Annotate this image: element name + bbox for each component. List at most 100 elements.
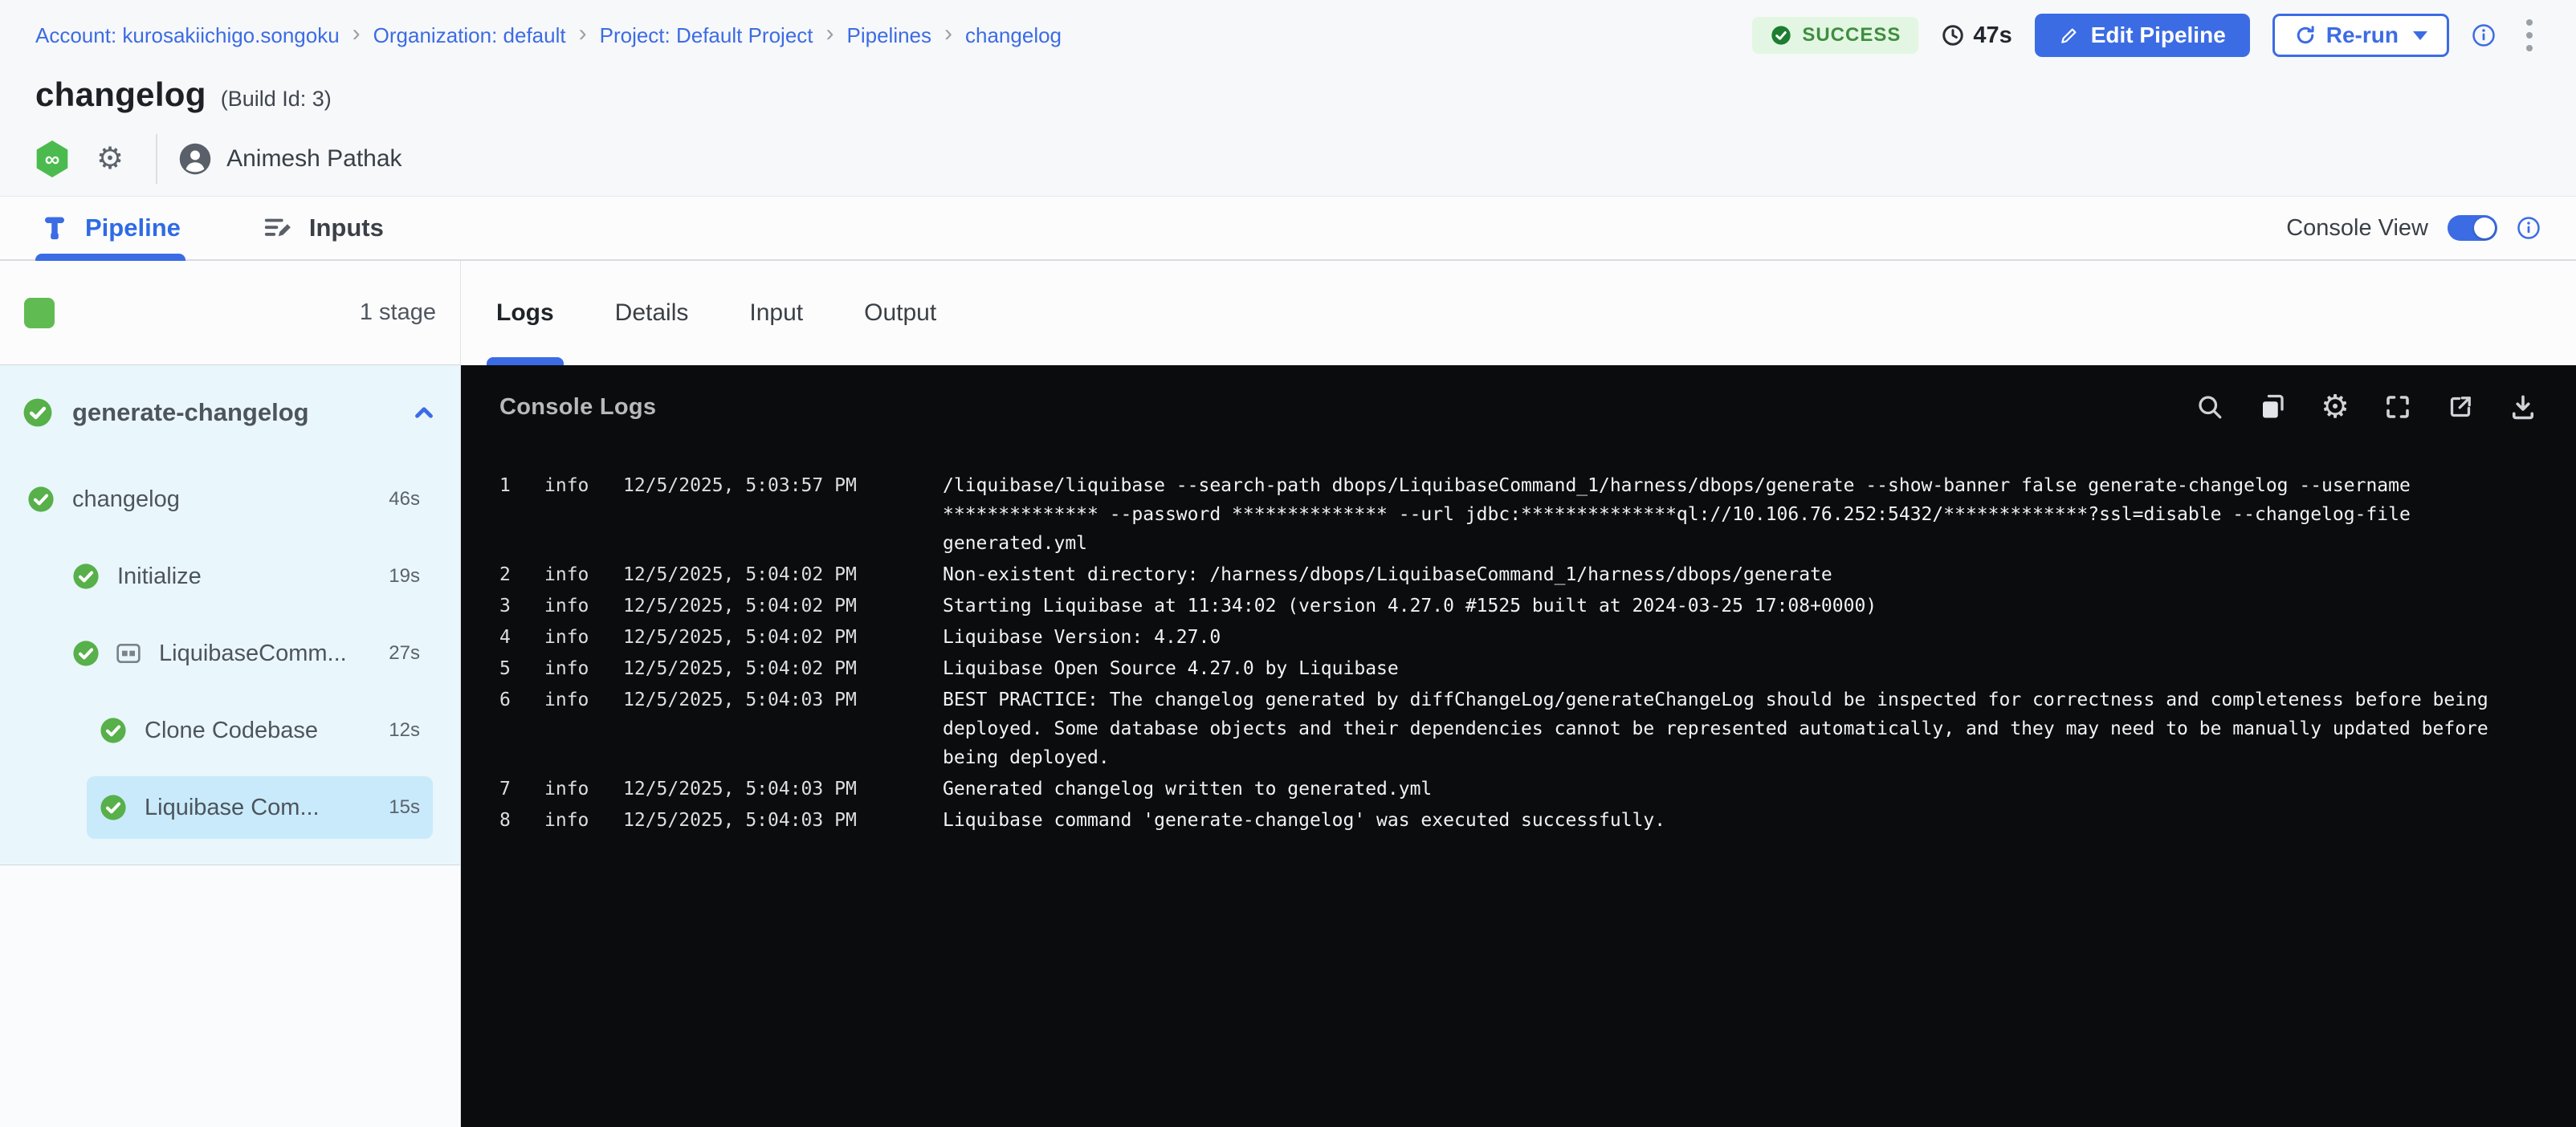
settings-icon[interactable]: ⚙	[2321, 391, 2350, 423]
title-row: changelog (Build Id: 3)	[35, 75, 2541, 114]
step-duration: 12s	[377, 719, 420, 742]
sidebar-header: 1 stage	[0, 261, 460, 365]
log-lvl: info	[544, 560, 602, 589]
console-header: Console Logs ⚙	[499, 365, 2537, 449]
tab-inputs[interactable]: Inputs	[258, 197, 389, 259]
breadcrumb-separator: ›	[944, 22, 952, 49]
step-success-icon	[100, 794, 127, 821]
step-duration: 46s	[377, 488, 420, 511]
divider	[156, 134, 157, 184]
page-header: Account: kurosakiichigo.songoku › Organiza…	[0, 0, 2576, 197]
download-icon[interactable]	[2509, 393, 2537, 421]
log-lvl: info	[544, 686, 602, 772]
more-options-button[interactable]	[2518, 14, 2541, 56]
stage-success-icon	[22, 397, 53, 428]
rerun-refresh-icon	[2294, 24, 2317, 47]
breadcrumb-link[interactable]: Pipelines	[847, 23, 932, 48]
breadcrumb-link[interactable]: Project: Default Project	[600, 23, 813, 48]
log-line: 3info12/5/2025, 5:04:02 PMStarting Liqui…	[499, 592, 2537, 620]
step-row-liquibasecomm[interactable]: LiquibaseComm...27s	[59, 622, 433, 685]
log-time: 12/5/2025, 5:04:03 PM	[623, 806, 922, 835]
log-num: 1	[499, 471, 524, 558]
log-time: 12/5/2025, 5:04:02 PM	[623, 560, 922, 589]
chevron-up-icon[interactable]	[410, 399, 438, 426]
log-msg: Non-existent directory: /harness/dbops/L…	[943, 560, 2537, 589]
stage-name: generate-changelog	[72, 398, 309, 427]
step-label: Initialize	[117, 564, 202, 590]
rerun-button[interactable]: Re-run	[2272, 14, 2449, 57]
build-settings-gear-icon[interactable]: ⚙	[96, 144, 124, 174]
copy-icon[interactable]	[2258, 393, 2287, 421]
log-lvl: info	[544, 623, 602, 652]
step-duration: 15s	[377, 796, 420, 819]
console-toolbar: ⚙	[2195, 391, 2537, 423]
log-lvl: info	[544, 592, 602, 620]
sidebar-footer	[0, 865, 460, 1127]
pipeline-icon	[40, 214, 69, 242]
log-num: 5	[499, 654, 524, 683]
console-view-toggle[interactable]	[2448, 215, 2497, 241]
console-view-control: Console View	[2286, 215, 2541, 242]
log-msg: Liquibase Version: 4.27.0	[943, 623, 2537, 652]
clock-icon	[1941, 23, 1965, 47]
log-tab-bar: Logs Details Input Output	[461, 261, 2576, 365]
module-tab-bar: Pipeline Inputs Console View	[0, 197, 2576, 261]
fullscreen-icon[interactable]	[2383, 393, 2412, 421]
success-check-icon	[1770, 24, 1792, 47]
toggle-knob	[2474, 218, 2495, 238]
stage-row[interactable]: generate-changelog	[0, 365, 460, 457]
step-row-initialize[interactable]: Initialize 19s	[59, 545, 433, 608]
log-tab-logs[interactable]: Logs	[496, 261, 554, 365]
header-actions: SUCCESS 47s Edit Pipeline Re-run	[1752, 13, 2541, 58]
step-label: changelog	[72, 486, 180, 513]
step-label: Clone Codebase	[145, 718, 318, 744]
open-in-new-icon[interactable]	[2446, 393, 2475, 421]
log-msg: Liquibase Open Source 4.27.0 by Liquibas…	[943, 654, 2537, 683]
step-row-changelog[interactable]: changelog 46s	[14, 468, 433, 531]
inputs-icon	[263, 213, 293, 243]
meta-row: ∞ ⚙ Animesh Pathak	[35, 136, 2541, 181]
step-success-icon	[72, 640, 100, 667]
step-duration: 27s	[377, 642, 420, 665]
log-line: 2 info 12/5/2025, 5:04:02 PM Non-existent d…	[499, 560, 2537, 589]
stage-count: 1 stage	[360, 299, 436, 326]
step-duration: 19s	[377, 565, 420, 588]
breadcrumb-link[interactable]: Account: kurosakiichigo.songoku	[35, 23, 340, 48]
step-success-icon	[27, 486, 55, 513]
log-msg: Generated changelog written to generated…	[943, 775, 2537, 804]
console-view-label: Console View	[2286, 215, 2428, 242]
log-tab-output[interactable]: Output	[864, 261, 936, 365]
breadcrumb-link[interactable]: Organization: default	[373, 23, 566, 48]
step-row-liquibase-com[interactable]: Liquibase Com...15s	[87, 776, 433, 839]
log-num: 2	[499, 560, 524, 589]
breadcrumb-separator: ›	[353, 22, 361, 49]
console-view-info-icon[interactable]	[2517, 216, 2541, 240]
log-line: 6info12/5/2025, 5:04:03 PMBEST PRACTICE:…	[499, 686, 2537, 772]
log-time: 12/5/2025, 5:04:02 PM	[623, 592, 922, 620]
duration: 47s	[1941, 22, 2011, 49]
tab-pipeline[interactable]: Pipeline	[35, 197, 185, 259]
log-num: 7	[499, 775, 524, 804]
status-text: SUCCESS	[1802, 24, 1901, 47]
content: 1 stage generate-changelog changelog 46s I…	[0, 261, 2576, 1127]
log-line: 8info12/5/2025, 5:04:03 PMLiquibase comm…	[499, 806, 2537, 835]
info-icon[interactable]	[2472, 23, 2496, 47]
step-group-icon	[116, 642, 141, 665]
log-tab-details[interactable]: Details	[615, 261, 689, 365]
log-time: 12/5/2025, 5:04:03 PM	[623, 775, 922, 804]
log-num: 6	[499, 686, 524, 772]
main-panel: Logs Details Input Output Console Logs ⚙	[461, 261, 2576, 1127]
breadcrumb-link[interactable]: changelog	[965, 23, 1062, 48]
console-log-body[interactable]: 1info12/5/2025, 5:03:57 PM/liquibase/liq…	[499, 471, 2537, 837]
log-line: 5info12/5/2025, 5:04:02 PMLiquibase Open…	[499, 654, 2537, 683]
search-icon[interactable]	[2195, 393, 2224, 421]
step-row-clone-codebase[interactable]: Clone Codebase 12s	[87, 699, 433, 762]
breadcrumb-separator: ›	[826, 22, 834, 49]
status-badge: SUCCESS	[1752, 17, 1918, 54]
edit-pipeline-button[interactable]: Edit Pipeline	[2035, 14, 2250, 57]
execution-sidebar: 1 stage generate-changelog changelog 46s I…	[0, 261, 461, 1127]
stage-panel: generate-changelog changelog 46s Initializ…	[0, 365, 460, 865]
log-line: 4info12/5/2025, 5:04:02 PMLiquibase Vers…	[499, 623, 2537, 652]
log-lvl: info	[544, 654, 602, 683]
log-tab-input[interactable]: Input	[749, 261, 803, 365]
